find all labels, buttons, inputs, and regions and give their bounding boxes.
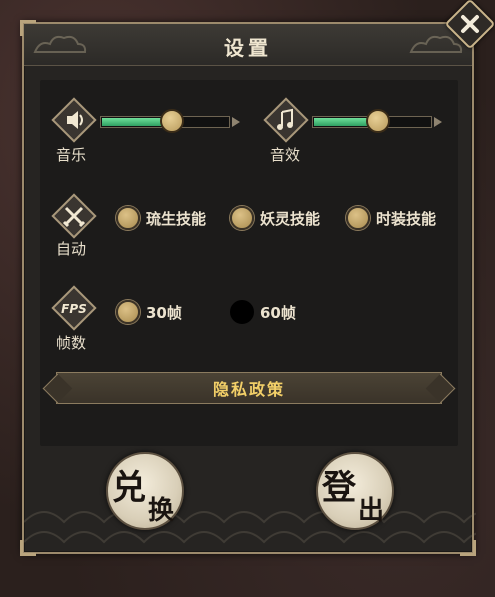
music-label: 音乐 — [56, 146, 87, 164]
dialog-title: 设置 — [224, 36, 272, 60]
svg-text:FPS: FPS — [61, 302, 87, 316]
speaker-icon — [51, 97, 97, 143]
sound-label: 音效 — [270, 146, 301, 164]
music-note-icon — [263, 97, 309, 143]
fps-label: 帧数 — [56, 334, 87, 352]
radio-button[interactable] — [116, 206, 140, 230]
dialog-header: 设置 — [24, 24, 472, 66]
close-icon — [461, 15, 479, 33]
fps-option-30[interactable]: 30帧 — [116, 300, 182, 324]
settings-panel: 音乐 音效 自动 琉生技能 妖灵技能 时装技能 FPS 帧数 30帧 60帧 隐… — [40, 80, 458, 446]
radio-button[interactable] — [230, 300, 254, 324]
slider-end-arrow-icon — [434, 117, 442, 127]
auto-option-costume-skill[interactable]: 时装技能 — [346, 206, 436, 230]
logout-button[interactable]: 登 出 — [316, 452, 394, 530]
slider-end-arrow-icon — [232, 117, 240, 127]
privacy-policy-button[interactable]: 隐私政策 — [56, 372, 442, 404]
logout-char-1: 登 — [322, 468, 356, 508]
sound-volume-slider[interactable] — [312, 109, 442, 133]
settings-dialog: 设置 音乐 音效 自动 琉生技能 妖灵技能 时装技能 FPS 帧数 30帧 60… — [20, 20, 476, 556]
fps-option-60[interactable]: 60帧 — [230, 300, 296, 324]
radio-button[interactable] — [116, 300, 140, 324]
auto-option-spirit-skill[interactable]: 妖灵技能 — [230, 206, 320, 230]
music-slider-knob[interactable] — [159, 109, 184, 133]
privacy-policy-label: 隐私政策 — [212, 380, 285, 399]
redeem-char-1: 兑 — [112, 468, 146, 508]
music-volume-slider[interactable] — [100, 109, 240, 133]
redeem-button[interactable]: 兑 换 — [106, 452, 184, 530]
redeem-char-2: 换 — [148, 496, 175, 526]
radio-button[interactable] — [230, 206, 254, 230]
wave-pattern-decoration — [24, 511, 476, 544]
auto-label: 自动 — [56, 240, 87, 258]
crossed-swords-icon — [51, 193, 97, 239]
logout-char-2: 出 — [358, 496, 385, 526]
sound-slider-knob[interactable] — [366, 109, 390, 133]
fps-icon: FPS — [51, 285, 97, 331]
radio-button[interactable] — [346, 206, 370, 230]
auto-option-partner-skill[interactable]: 琉生技能 — [116, 206, 206, 230]
